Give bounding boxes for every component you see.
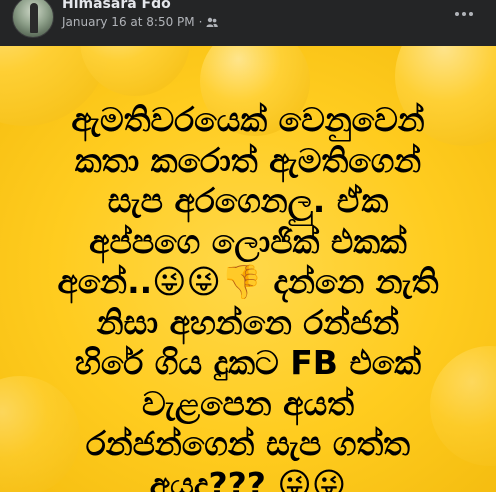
text-line: හිරේ ගිය දුකට FB එකේ (74, 343, 422, 382)
meta-separator: · (198, 15, 203, 29)
text-line: රන්ජන්ගෙන් සැප ගත්ත (85, 424, 411, 463)
post-text-overlay: ඇමතිවරයෙක් වෙනුවෙන් කතා කරොත් ඇමතිගෙන් ස… (0, 100, 496, 492)
author-name[interactable]: Himasara Fdo (62, 0, 171, 12)
text-line: සැප අරගෙනලු. ඒක (107, 181, 389, 220)
text-line: වැළපෙන අයත් (141, 383, 355, 423)
more-options-button[interactable] (450, 2, 478, 26)
text-line: අනේ..😜😜👎 දන්නෙ නැති (57, 262, 439, 301)
text-line: අයද??? 😜😜 (149, 464, 347, 492)
more-dots-icon (455, 12, 473, 16)
post-header: Himasara Fdo January 16 at 8:50 PM · (0, 0, 496, 46)
text-line: කතා කරොත් ඇමතිගෙන් (74, 140, 422, 180)
post-timestamp[interactable]: January 16 at 8:50 PM (62, 15, 195, 29)
text-line: නිසා අහන්නෙ රන්ජන් (96, 302, 400, 342)
post-meta: January 16 at 8:50 PM · (62, 15, 219, 29)
text-line: අප්පගෙ ලොජික් එකක් (89, 221, 407, 261)
text-line: ඇමතිවරයෙක් වෙනුවෙන් (71, 100, 425, 139)
background-emoji-top (80, 46, 190, 96)
post-image[interactable]: ඇමතිවරයෙක් වෙනුවෙන් කතා කරොත් ඇමතිගෙන් ස… (0, 46, 496, 492)
avatar[interactable] (12, 0, 54, 38)
friends-icon[interactable] (206, 16, 219, 28)
